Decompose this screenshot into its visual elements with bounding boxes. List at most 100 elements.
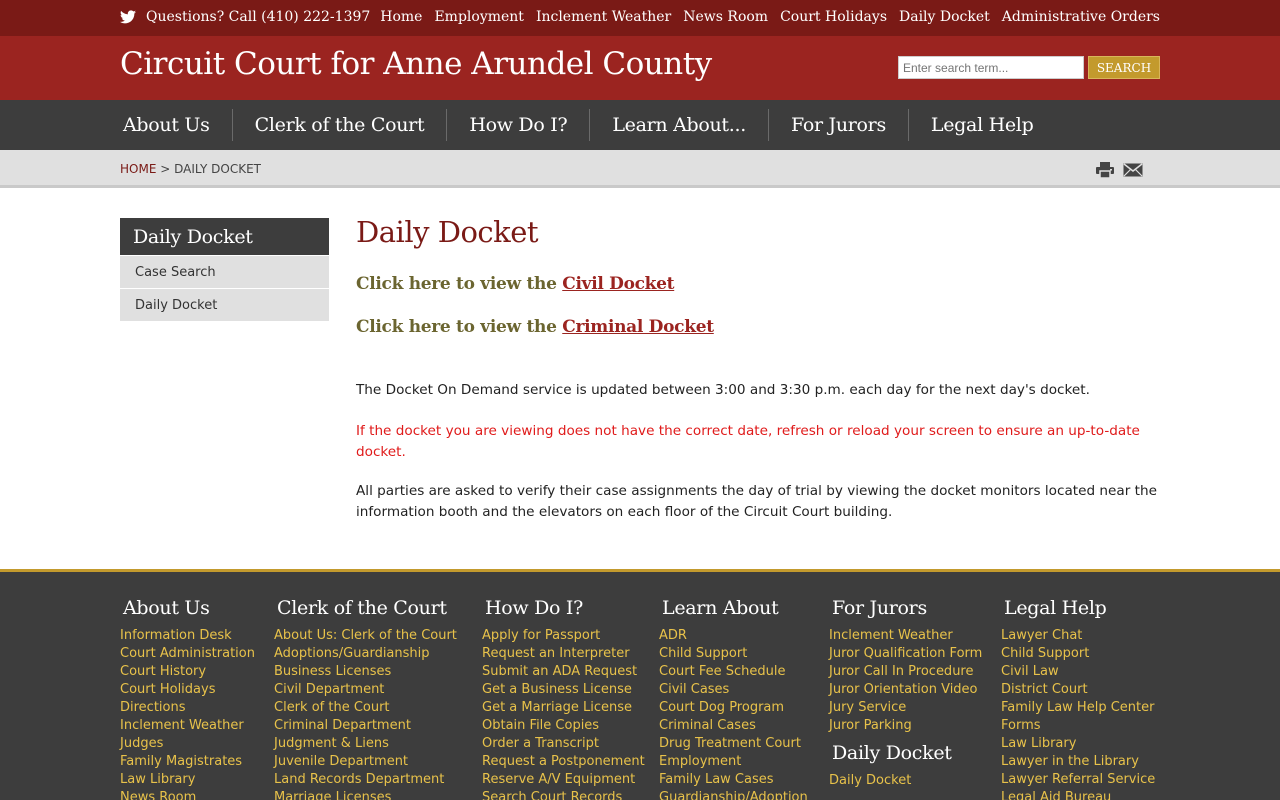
footer-link[interactable]: Child Support [1001,645,1155,663]
footer-heading-clerk[interactable]: Clerk of the Court [274,597,457,623]
footer-link[interactable]: Daily Docket [829,772,982,790]
toplink-daily-docket[interactable]: Daily Docket [899,9,990,25]
civil-docket-prefix: Click here to view the [356,274,563,294]
page-title: Daily Docket [356,215,539,249]
criminal-docket-link[interactable]: Criminal Docket [562,317,714,337]
footer-link[interactable]: Juror Qualification Form [829,645,982,663]
footer-link[interactable]: Lawyer in the Library [1001,753,1155,771]
footer-heading-about-us[interactable]: About Us [120,597,255,623]
sidebar-item-case-search[interactable]: Case Search [120,256,329,288]
footer-link[interactable]: District Court [1001,681,1155,699]
docket-refresh-warning: If the docket you are viewing does not h… [356,423,1140,460]
phone-text: Questions? Call (410) 222-1397 [146,9,371,25]
footer-link[interactable]: Forms [1001,717,1155,735]
footer-link[interactable]: Inclement Weather [120,717,255,735]
footer-link[interactable]: Family Law Help Center [1001,699,1155,717]
search-input[interactable] [898,56,1084,79]
footer-column-for-jurors: For Jurors Inclement Weather Juror Quali… [829,597,982,790]
toplink-court-holidays[interactable]: Court Holidays [780,9,887,25]
footer-heading-daily-docket[interactable]: Daily Docket [829,742,982,768]
footer-link[interactable]: Civil Law [1001,663,1155,681]
footer-link[interactable]: Judgment & Liens [274,735,457,753]
footer-link[interactable]: Juror Orientation Video [829,681,982,699]
footer-link[interactable]: Family Magistrates [120,753,255,771]
main-content: Daily Docket Click here to view the Civi… [356,215,1160,520]
footer-link[interactable]: Lawyer Referral Service [1001,771,1155,789]
breadcrumb-home[interactable]: HOME [120,162,156,176]
nav-how-do-i[interactable]: How Do I? [446,109,589,141]
footer-link[interactable]: About Us: Clerk of the Court [274,627,457,645]
footer-heading-how-do-i[interactable]: How Do I? [482,597,645,623]
nav-clerk-of-the-court[interactable]: Clerk of the Court [231,109,447,141]
footer-link[interactable]: Court Dog Program [659,699,808,717]
footer-link[interactable]: Business Licenses [274,663,457,681]
civil-docket-line: Click here to view the Civil Docket [356,274,675,294]
footer-link[interactable]: Criminal Department [274,717,457,735]
search-button[interactable]: SEARCH [1088,56,1160,79]
footer-link[interactable]: Order a Transcript [482,735,645,753]
footer-link[interactable]: Judges [120,735,255,753]
footer-link[interactable]: Employment [659,753,808,771]
civil-docket-link[interactable]: Civil Docket [562,274,674,294]
footer-link[interactable]: Submit an ADA Request [482,663,645,681]
toplink-administrative-orders[interactable]: Administrative Orders [1002,9,1160,25]
footer-link[interactable]: Legal Aid Bureau [1001,789,1155,800]
footer-link[interactable]: Adoptions/Guardianship [274,645,457,663]
footer-link[interactable]: Juvenile Department [274,753,457,771]
footer-link[interactable]: Get a Marriage License [482,699,645,717]
print-icon[interactable] [1095,161,1115,179]
footer-link[interactable]: News Room [120,789,255,800]
footer-link[interactable]: Law Library [1001,735,1155,753]
nav-learn-about[interactable]: Learn About... [589,109,768,141]
footer-link[interactable]: Clerk of the Court [274,699,457,717]
nav-about-us[interactable]: About Us [120,109,232,141]
footer-link[interactable]: Family Law Cases [659,771,808,789]
email-icon[interactable] [1123,161,1143,179]
toplink-home[interactable]: Home [380,9,422,25]
footer-link[interactable]: Request an Interpreter [482,645,645,663]
footer-link[interactable]: Criminal Cases [659,717,808,735]
twitter-icon[interactable] [120,10,136,24]
footer-link[interactable]: Lawyer Chat [1001,627,1155,645]
footer-link[interactable]: Court Fee Schedule [659,663,808,681]
breadcrumb-bar: HOME > DAILY DOCKET [0,150,1280,188]
footer-link[interactable]: Directions [120,699,255,717]
site-footer: About Us Information Desk Court Administ… [0,569,1280,800]
footer-link[interactable]: Apply for Passport [482,627,645,645]
footer-link[interactable]: Juror Call In Procedure [829,663,982,681]
footer-heading-for-jurors[interactable]: For Jurors [829,597,982,623]
nav-for-jurors[interactable]: For Jurors [768,109,908,141]
footer-link[interactable]: ADR [659,627,808,645]
footer-link[interactable]: Land Records Department [274,771,457,789]
breadcrumb-separator: > [160,162,171,176]
sidebar-item-daily-docket[interactable]: Daily Docket [120,289,329,321]
footer-link[interactable]: Court Holidays [120,681,255,699]
footer-link[interactable]: Court History [120,663,255,681]
site-header: Circuit Court for Anne Arundel County SE… [0,36,1280,100]
footer-link[interactable]: Marriage Licenses [274,789,457,800]
footer-link[interactable]: Jury Service [829,699,982,717]
site-title[interactable]: Circuit Court for Anne Arundel County [120,46,712,82]
footer-link[interactable]: Reserve A/V Equipment [482,771,645,789]
footer-link[interactable]: Drug Treatment Court [659,735,808,753]
footer-link[interactable]: Guardianship/Adoption [659,789,808,800]
footer-link[interactable]: Obtain File Copies [482,717,645,735]
footer-link[interactable]: Get a Business License [482,681,645,699]
footer-link[interactable]: Civil Cases [659,681,808,699]
footer-heading-learn-about[interactable]: Learn About [659,597,808,623]
toplink-inclement-weather[interactable]: Inclement Weather [536,9,671,25]
nav-legal-help[interactable]: Legal Help [907,109,1056,141]
footer-link[interactable]: Search Court Records [482,789,645,800]
footer-link[interactable]: Civil Department [274,681,457,699]
footer-link[interactable]: Court Administration [120,645,255,663]
footer-link[interactable]: Request a Postponement [482,753,645,771]
footer-link[interactable]: Information Desk [120,627,255,645]
footer-link[interactable]: Inclement Weather [829,627,982,645]
sidebar: Daily Docket Case Search Daily Docket [120,218,329,321]
footer-link[interactable]: Law Library [120,771,255,789]
footer-link[interactable]: Juror Parking [829,717,982,735]
footer-heading-legal-help[interactable]: Legal Help [1001,597,1155,623]
footer-link[interactable]: Child Support [659,645,808,663]
toplink-news-room[interactable]: News Room [683,9,768,25]
toplink-employment[interactable]: Employment [434,9,523,25]
